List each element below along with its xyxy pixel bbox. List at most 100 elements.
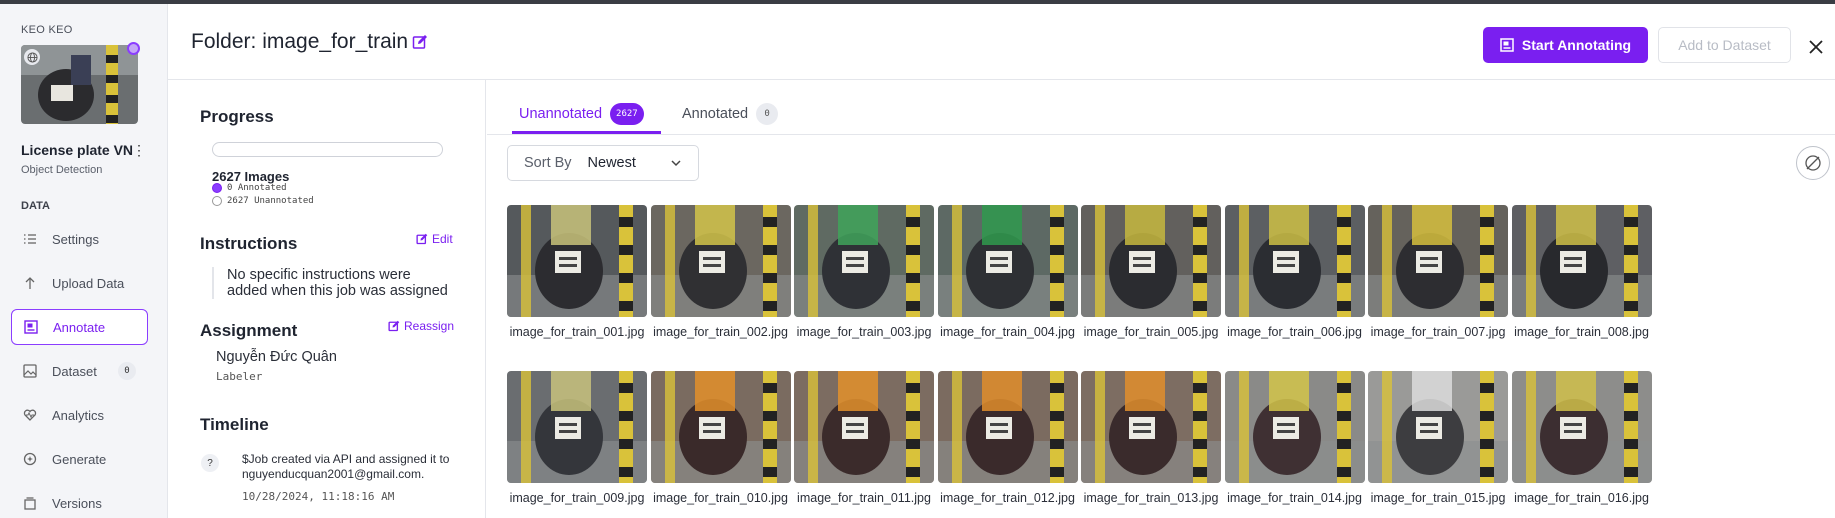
legend-unannotated: 2627 Unannotated xyxy=(212,196,314,206)
image-card[interactable]: image_for_train_001.jpg xyxy=(507,205,647,339)
kebab-icon[interactable]: ⋮ xyxy=(132,142,146,159)
image-thumbnail[interactable] xyxy=(1081,371,1221,483)
assignee-name: Nguyễn Đức Quân xyxy=(216,349,337,365)
image-card[interactable]: image_for_train_003.jpg xyxy=(794,205,934,339)
sidebar-item-generate[interactable]: Generate xyxy=(11,441,148,477)
assignee-role: Labeler xyxy=(216,370,263,383)
image-filename: image_for_train_009.jpg xyxy=(509,491,645,505)
status-dot xyxy=(127,42,140,55)
sidebar-item-upload-data[interactable]: Upload Data xyxy=(11,265,148,301)
add-to-dataset-button[interactable]: Add to Dataset xyxy=(1658,27,1791,63)
tab-unannotated[interactable]: Unannotated 2627 xyxy=(519,103,644,125)
sort-dropdown[interactable]: Sort By Newest xyxy=(507,145,699,181)
image-thumbnail[interactable] xyxy=(1224,371,1365,483)
image-card[interactable]: image_for_train_005.jpg xyxy=(1081,205,1221,339)
sidebar-item-label: Settings xyxy=(52,231,99,247)
timeline-heading: Timeline xyxy=(200,415,269,434)
hide-annotations-toggle[interactable] xyxy=(1796,146,1830,180)
section-label-data: DATA xyxy=(21,200,50,212)
image-card[interactable]: image_for_train_012.jpg xyxy=(937,371,1078,505)
close-icon[interactable] xyxy=(1809,34,1823,60)
image-card[interactable]: image_for_train_010.jpg xyxy=(650,371,791,505)
image-filename: image_for_train_007.jpg xyxy=(1370,325,1506,339)
image-card[interactable]: image_for_train_009.jpg xyxy=(507,371,647,505)
reassign-label: Reassign xyxy=(404,319,455,333)
image-thumbnail[interactable] xyxy=(507,205,647,317)
image-card[interactable]: image_for_train_008.jpg xyxy=(1511,205,1652,339)
legend-annotated: 0 Annotated xyxy=(212,183,287,193)
start-annotating-label: Start Annotating xyxy=(1521,37,1632,53)
image-card[interactable]: image_for_train_004.jpg xyxy=(937,205,1078,339)
image-card[interactable]: image_for_train_007.jpg xyxy=(1368,205,1508,339)
image-filename: image_for_train_012.jpg xyxy=(940,491,1075,505)
image-filename: image_for_train_003.jpg xyxy=(796,325,932,339)
eye-off-icon xyxy=(1805,155,1821,171)
image-card[interactable]: image_for_train_013.jpg xyxy=(1081,371,1221,505)
image-card[interactable]: image_for_train_014.jpg xyxy=(1224,371,1365,505)
timeline-event-date: 10/28/2024, 11:18:16 AM xyxy=(242,490,395,503)
tab-label: Unannotated xyxy=(519,106,603,122)
edit-icon xyxy=(388,320,400,332)
annotate-icon xyxy=(1500,38,1514,52)
dataset-count-badge: 0 xyxy=(118,362,136,380)
sidebar-item-dataset[interactable]: Dataset 0 xyxy=(11,353,148,389)
image-card[interactable]: image_for_train_002.jpg xyxy=(650,205,791,339)
edit-instructions-button[interactable]: Edit xyxy=(416,232,453,246)
start-annotating-button[interactable]: Start Annotating xyxy=(1483,27,1648,63)
image-card[interactable]: image_for_train_011.jpg xyxy=(794,371,934,505)
instructions-heading: Instructions xyxy=(200,234,298,253)
sidebar-item-label: Generate xyxy=(52,451,107,467)
image-thumbnail[interactable] xyxy=(937,205,1078,317)
annotated-count: 0 Annotated xyxy=(227,183,287,193)
sidebar-item-label: Dataset xyxy=(52,363,97,379)
image-filename: image_for_train_004.jpg xyxy=(940,325,1075,339)
image-card[interactable]: image_for_train_006.jpg xyxy=(1224,205,1365,339)
annotate-icon xyxy=(23,319,39,335)
unannotated-count: 2627 Unannotated xyxy=(227,196,314,206)
sort-value: Newest xyxy=(587,155,636,171)
image-thumbnail[interactable] xyxy=(1224,205,1365,317)
image-thumbnail[interactable] xyxy=(794,205,934,317)
image-thumbnail[interactable] xyxy=(507,371,647,483)
timeline-event-icon: ? xyxy=(201,454,219,472)
sidebar-item-label: Annotate xyxy=(53,319,106,335)
image-filename: image_for_train_015.jpg xyxy=(1370,491,1506,505)
progress-heading: Progress xyxy=(200,107,274,126)
sidebar-item-analytics[interactable]: Analytics xyxy=(11,397,148,433)
active-tab-indicator xyxy=(512,131,661,134)
tab-count-badge: 0 xyxy=(756,103,779,125)
upload-icon xyxy=(22,275,38,291)
versions-icon xyxy=(22,495,38,511)
reassign-button[interactable]: Reassign xyxy=(388,319,454,333)
image-card[interactable]: image_for_train_016.jpg xyxy=(1511,371,1652,505)
image-thumbnail[interactable] xyxy=(1368,371,1508,483)
image-filename: image_for_train_010.jpg xyxy=(653,491,788,505)
tab-count-badge: 2627 xyxy=(610,103,644,125)
sidebar-item-annotate[interactable]: Annotate xyxy=(11,309,148,345)
sidebar-item-versions[interactable]: Versions xyxy=(11,485,148,518)
image-thumbnail[interactable] xyxy=(1511,371,1652,483)
list-icon xyxy=(22,231,38,247)
sidebar-item-label: Upload Data xyxy=(52,275,125,291)
tab-annotated[interactable]: Annotated 0 xyxy=(682,103,779,125)
image-thumbnail[interactable] xyxy=(1081,205,1221,317)
sidebar-item-settings[interactable]: Settings xyxy=(11,221,148,257)
instructions-text: No specific instructions were added when… xyxy=(212,267,452,299)
image-thumbnail[interactable] xyxy=(1368,205,1508,317)
page-header: Folder: image_for_train Start Annotating… xyxy=(168,4,1835,80)
sparkle-icon xyxy=(22,451,38,467)
image-filename: image_for_train_002.jpg xyxy=(653,325,788,339)
image-filename: image_for_train_008.jpg xyxy=(1514,325,1649,339)
timeline-event-text: $Job created via API and assigned it to … xyxy=(242,452,450,481)
image-thumbnail[interactable] xyxy=(1511,205,1652,317)
image-card[interactable]: image_for_train_015.jpg xyxy=(1368,371,1508,505)
image-thumbnail[interactable] xyxy=(650,205,791,317)
image-filename: image_for_train_016.jpg xyxy=(1514,491,1649,505)
edit-title-icon[interactable] xyxy=(412,34,428,55)
sidebar-item-label: Versions xyxy=(52,495,102,511)
image-thumbnail[interactable] xyxy=(650,371,791,483)
sidebar: KEO KEO License plate VN ⋮ Object Detect… xyxy=(0,4,168,518)
image-filename: image_for_train_011.jpg xyxy=(797,491,931,505)
image-thumbnail[interactable] xyxy=(794,371,934,483)
image-thumbnail[interactable] xyxy=(937,371,1078,483)
